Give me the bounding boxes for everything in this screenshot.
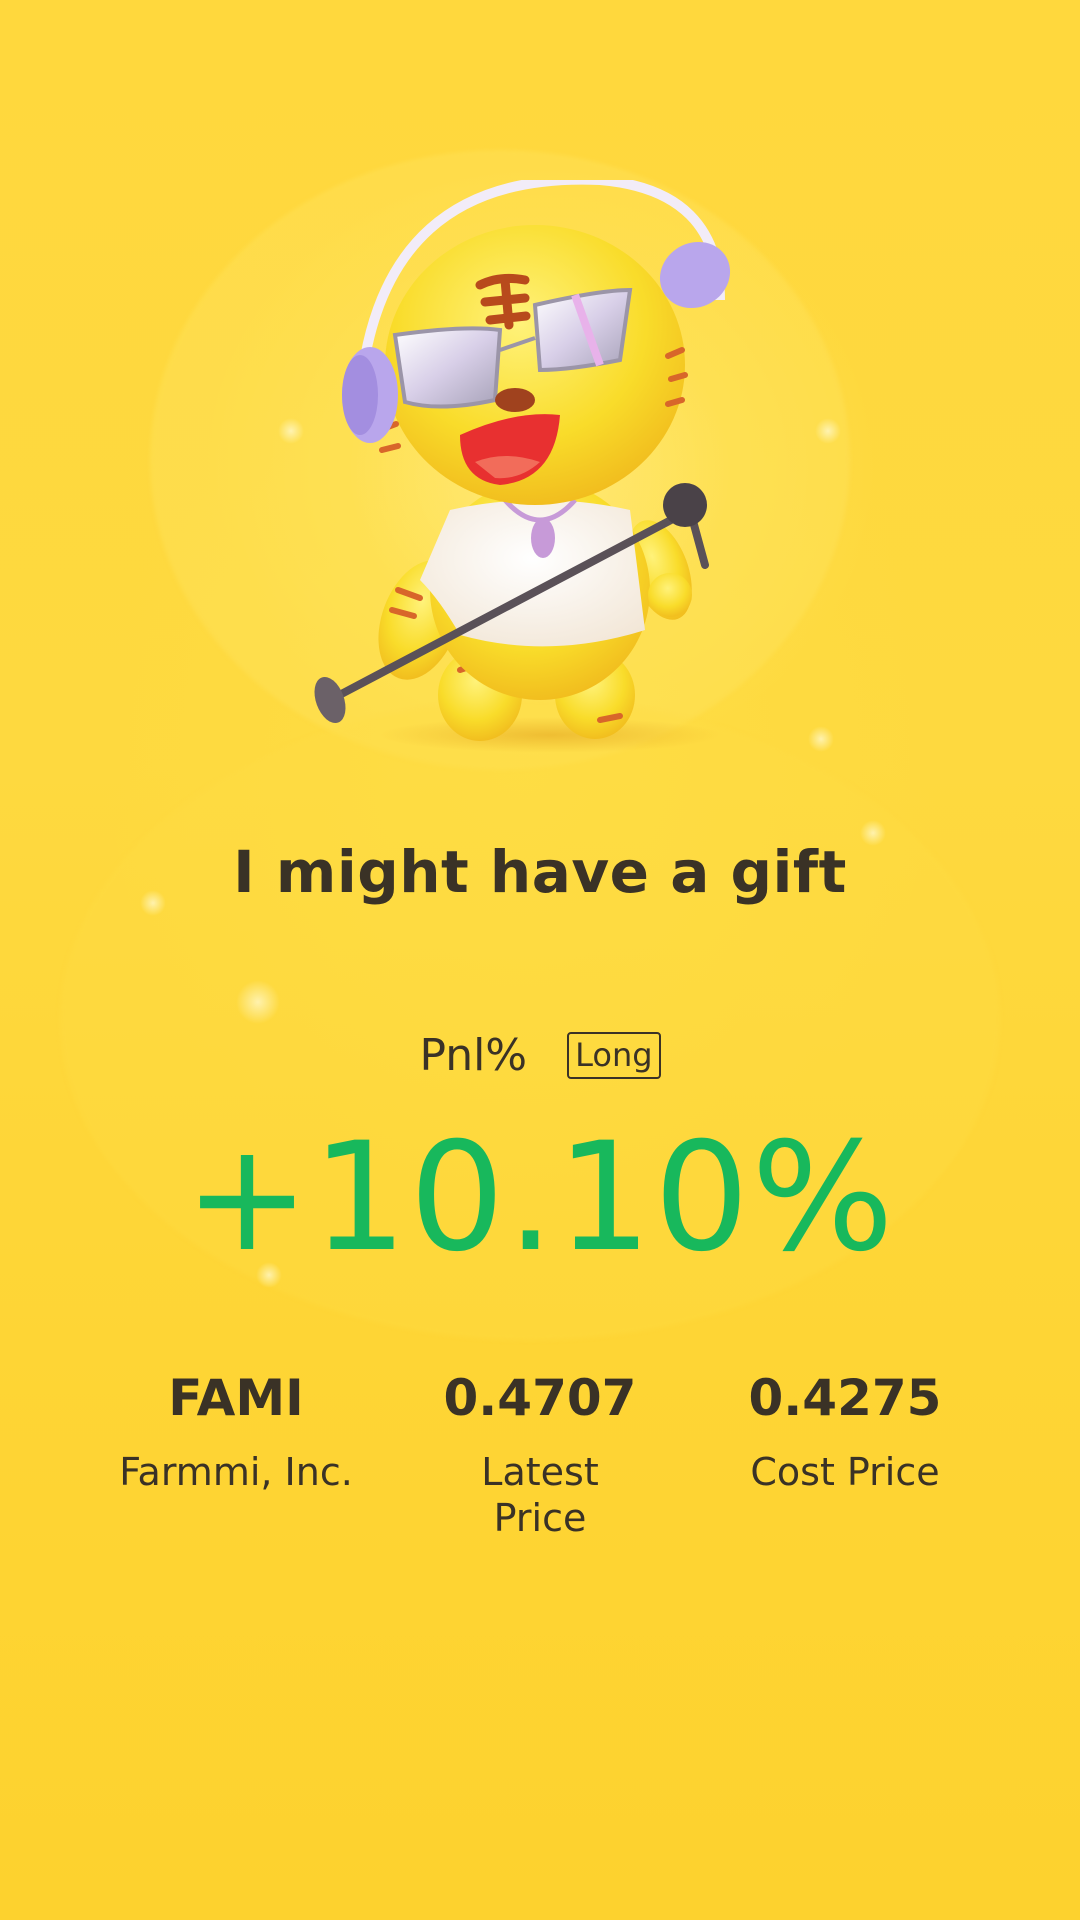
pnl-value: +10.10% <box>184 1111 896 1285</box>
pnl-header: Pnl% Long <box>0 1030 1080 1081</box>
sparkle-icon <box>808 726 834 752</box>
latest-price-value: 0.4707 <box>443 1369 637 1427</box>
stat-symbol: FAMI Farmmi, Inc. <box>86 1368 386 1496</box>
company-name: Farmmi, Inc. <box>119 1450 353 1494</box>
latest-price-label: Latest Price <box>481 1450 599 1540</box>
pnl-label: Pnl% <box>419 1030 528 1081</box>
stat-latest-price: 0.4707 Latest Price <box>390 1368 690 1541</box>
tiger-mascot-icon <box>314 180 731 753</box>
headline: I might have a gift <box>233 838 847 906</box>
stat-cost-price: 0.4275 Cost Price <box>695 1368 995 1496</box>
sparkle-icon <box>236 980 280 1024</box>
stats-row: FAMI Farmmi, Inc. 0.4707 Latest Price 0.… <box>0 1368 1080 1568</box>
sparkle-icon <box>815 418 841 444</box>
position-badge: Long <box>567 1031 661 1080</box>
cost-price-label: Cost Price <box>750 1450 940 1494</box>
stock-symbol: FAMI <box>168 1369 304 1427</box>
cost-price-value: 0.4275 <box>748 1369 942 1427</box>
